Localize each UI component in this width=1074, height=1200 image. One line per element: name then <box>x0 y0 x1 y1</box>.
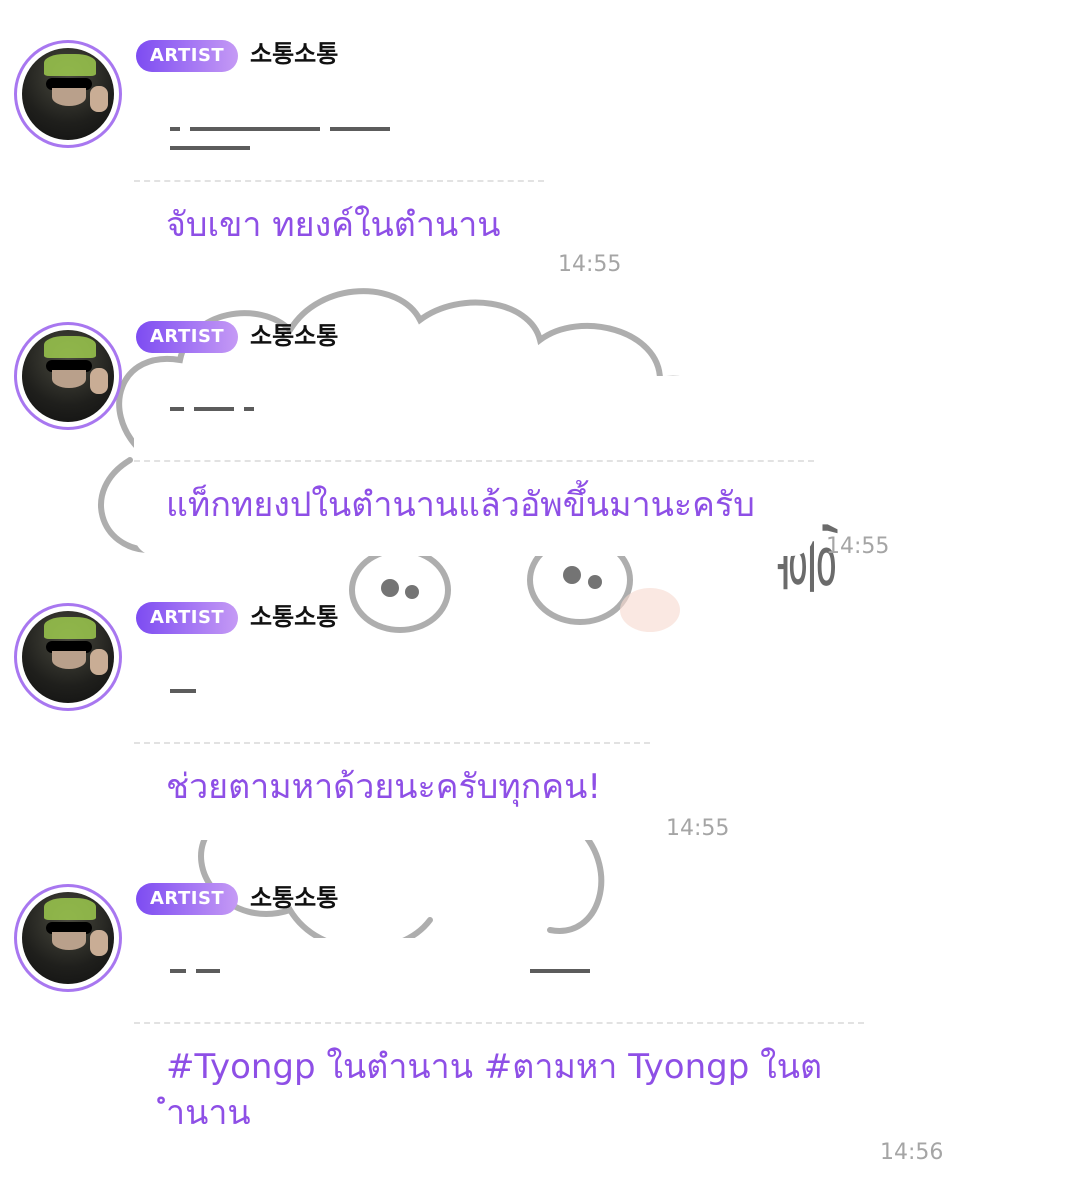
avatar[interactable] <box>14 603 122 711</box>
sender-name: 소통소통 <box>250 603 339 631</box>
divider <box>134 1022 864 1024</box>
timestamp: 14:55 <box>558 252 622 277</box>
timestamp: 14:55 <box>826 534 890 559</box>
original-text-obscured <box>170 398 470 422</box>
artist-badge: ARTIST <box>136 602 239 634</box>
avatar[interactable] <box>14 322 122 430</box>
divider <box>134 742 650 744</box>
sender-name: 소통소통 <box>250 322 339 350</box>
message-bubble[interactable]: จับเขา ทยงค์ในตำนาน <box>134 96 544 276</box>
timestamp: 14:55 <box>666 816 730 841</box>
avatar[interactable] <box>14 884 122 992</box>
sender-name: 소통소통 <box>250 40 339 68</box>
divider <box>134 460 814 462</box>
original-text-obscured <box>170 680 470 704</box>
message-bubble[interactable]: แท็กทยงปในตำนานแล้วอัพขึ้นมานะครับ <box>134 376 814 556</box>
divider <box>134 180 544 182</box>
original-text-obscured <box>170 118 470 150</box>
message-bubble[interactable]: ช่วยตามหาด้วยนะครับทุกคน! <box>134 658 650 840</box>
message-bubble[interactable]: #Tyongp ในตำนาน #ตามหา Tyongp ในต ำนาน <box>134 938 864 1150</box>
translated-text: จับเขา ทยงค์ในตำนาน <box>166 205 501 245</box>
original-text-obscured <box>170 960 650 984</box>
artist-badge: ARTIST <box>136 321 239 353</box>
sender-name: 소통소통 <box>250 884 339 912</box>
timestamp: 14:56 <box>880 1140 944 1165</box>
translated-text: ช่วยตามหาด้วยนะครับทุกคน! <box>166 767 601 807</box>
translated-text: แท็กทยงปในตำนานแล้วอัพขึ้นมานะครับ <box>166 485 755 525</box>
artist-badge: ARTIST <box>136 40 239 72</box>
avatar[interactable] <box>14 40 122 148</box>
artist-badge: ARTIST <box>136 883 239 915</box>
translated-text: #Tyongp ในตำนาน #ตามหา Tyongp ในต ำนาน <box>166 1047 823 1133</box>
